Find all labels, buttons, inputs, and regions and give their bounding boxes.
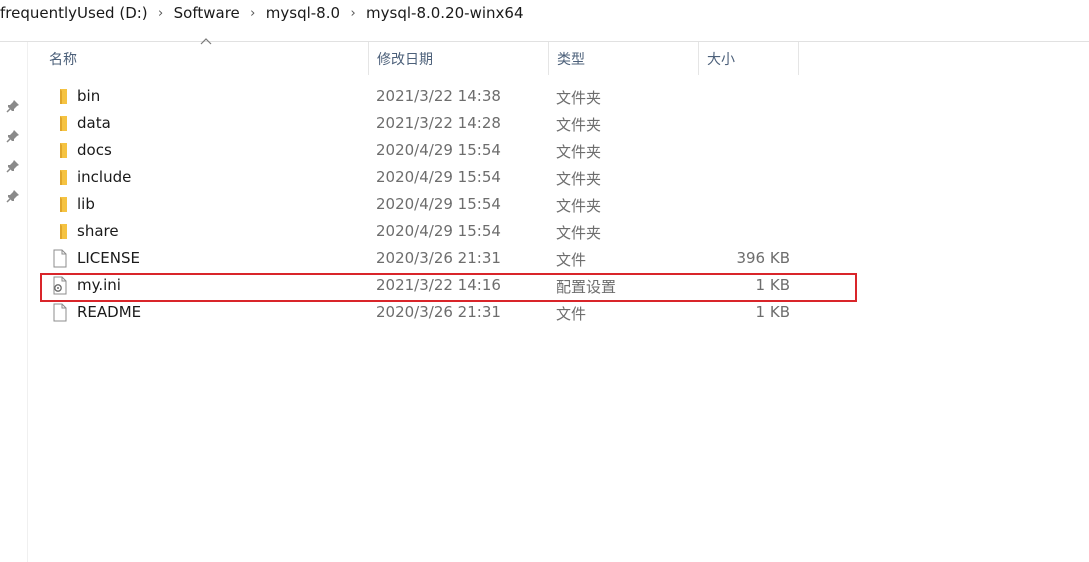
file-date-modified: 2020/3/26 21:31 [376,303,501,321]
file-icon [53,303,67,322]
breadcrumb-item-drive[interactable]: frequentlyUsed (D:) [0,4,148,22]
column-header-label: 类型 [557,51,585,68]
file-explorer-window: frequentlyUsed (D:) › Software › mysql-8… [0,0,1089,562]
breadcrumb-item-current[interactable]: mysql-8.0.20-winx64 [366,4,523,22]
file-date-modified: 2020/3/26 21:31 [376,249,501,267]
file-name: bin [77,87,101,105]
folder-icon [60,224,67,239]
file-row[interactable]: share 2020/4/29 15:54 文件夹 [41,218,858,245]
folder-icon [60,116,67,131]
folder-icon [60,89,67,104]
file-date-modified: 2020/4/29 15:54 [376,195,501,213]
column-header-label: 修改日期 [377,51,433,68]
column-header-type[interactable]: 类型 [549,42,699,75]
breadcrumb-item-software[interactable]: Software [174,4,240,22]
file-row[interactable]: README 2020/3/26 21:31 文件 1 KB [41,299,858,326]
breadcrumb: frequentlyUsed (D:) › Software › mysql-8… [0,0,1089,26]
file-type: 配置设置 [556,278,617,296]
file-name: README [77,303,142,321]
pin-icon[interactable] [6,159,20,173]
pin-icon[interactable] [6,189,20,203]
pin-icon[interactable] [6,129,20,143]
file-name: data [77,114,111,132]
file-row[interactable]: lib 2020/4/29 15:54 文件夹 [41,191,858,218]
breadcrumb-item-mysql[interactable]: mysql-8.0 [266,4,340,22]
file-name: lib [77,195,95,213]
file-date-modified: 2020/4/29 15:54 [376,168,501,186]
file-type: 文件 [556,251,587,269]
file-row-highlighted[interactable]: my.ini 2021/3/22 14:16 配置设置 1 KB [41,272,858,299]
file-size: 1 KB [755,303,790,321]
file-name: docs [77,141,112,159]
file-date-modified: 2020/4/29 15:54 [376,141,501,159]
file-type: 文件夹 [556,143,602,161]
file-date-modified: 2021/3/22 14:16 [376,276,501,294]
pin-icon[interactable] [6,99,20,113]
column-header-label: 大小 [707,51,735,68]
file-name: share [77,222,119,240]
column-header-size[interactable]: 大小 [699,42,799,75]
chevron-right-icon[interactable]: › [240,6,266,21]
file-row[interactable]: LICENSE 2020/3/26 21:31 文件 396 KB [41,245,858,272]
file-type: 文件 [556,305,587,323]
file-name: include [77,168,132,186]
file-name: LICENSE [77,249,140,267]
file-row[interactable]: docs 2020/4/29 15:54 文件夹 [41,137,858,164]
folder-icon [60,143,67,158]
file-type: 文件夹 [556,116,602,134]
file-date-modified: 2021/3/22 14:28 [376,114,501,132]
column-header-date-modified[interactable]: 修改日期 [369,42,549,75]
navigation-pane [0,42,28,562]
config-file-icon [53,276,67,295]
folder-icon [60,170,67,185]
file-date-modified: 2020/4/29 15:54 [376,222,501,240]
file-row[interactable]: include 2020/4/29 15:54 文件夹 [41,164,858,191]
file-type: 文件夹 [556,197,602,215]
file-size: 396 KB [736,249,790,267]
file-icon [53,249,67,268]
file-date-modified: 2021/3/22 14:38 [376,87,501,105]
file-type: 文件夹 [556,224,602,242]
chevron-right-icon[interactable]: › [340,6,366,21]
file-type: 文件夹 [556,89,602,107]
column-header-label: 名称 [49,51,77,68]
file-type: 文件夹 [556,170,602,188]
file-size: 1 KB [755,276,790,294]
folder-icon [60,197,67,212]
chevron-right-icon[interactable]: › [148,6,174,21]
file-name: my.ini [77,276,121,294]
file-row[interactable]: bin 2021/3/22 14:38 文件夹 [41,83,858,110]
column-header-name[interactable]: 名称 [41,42,369,75]
file-row[interactable]: data 2021/3/22 14:28 文件夹 [41,110,858,137]
